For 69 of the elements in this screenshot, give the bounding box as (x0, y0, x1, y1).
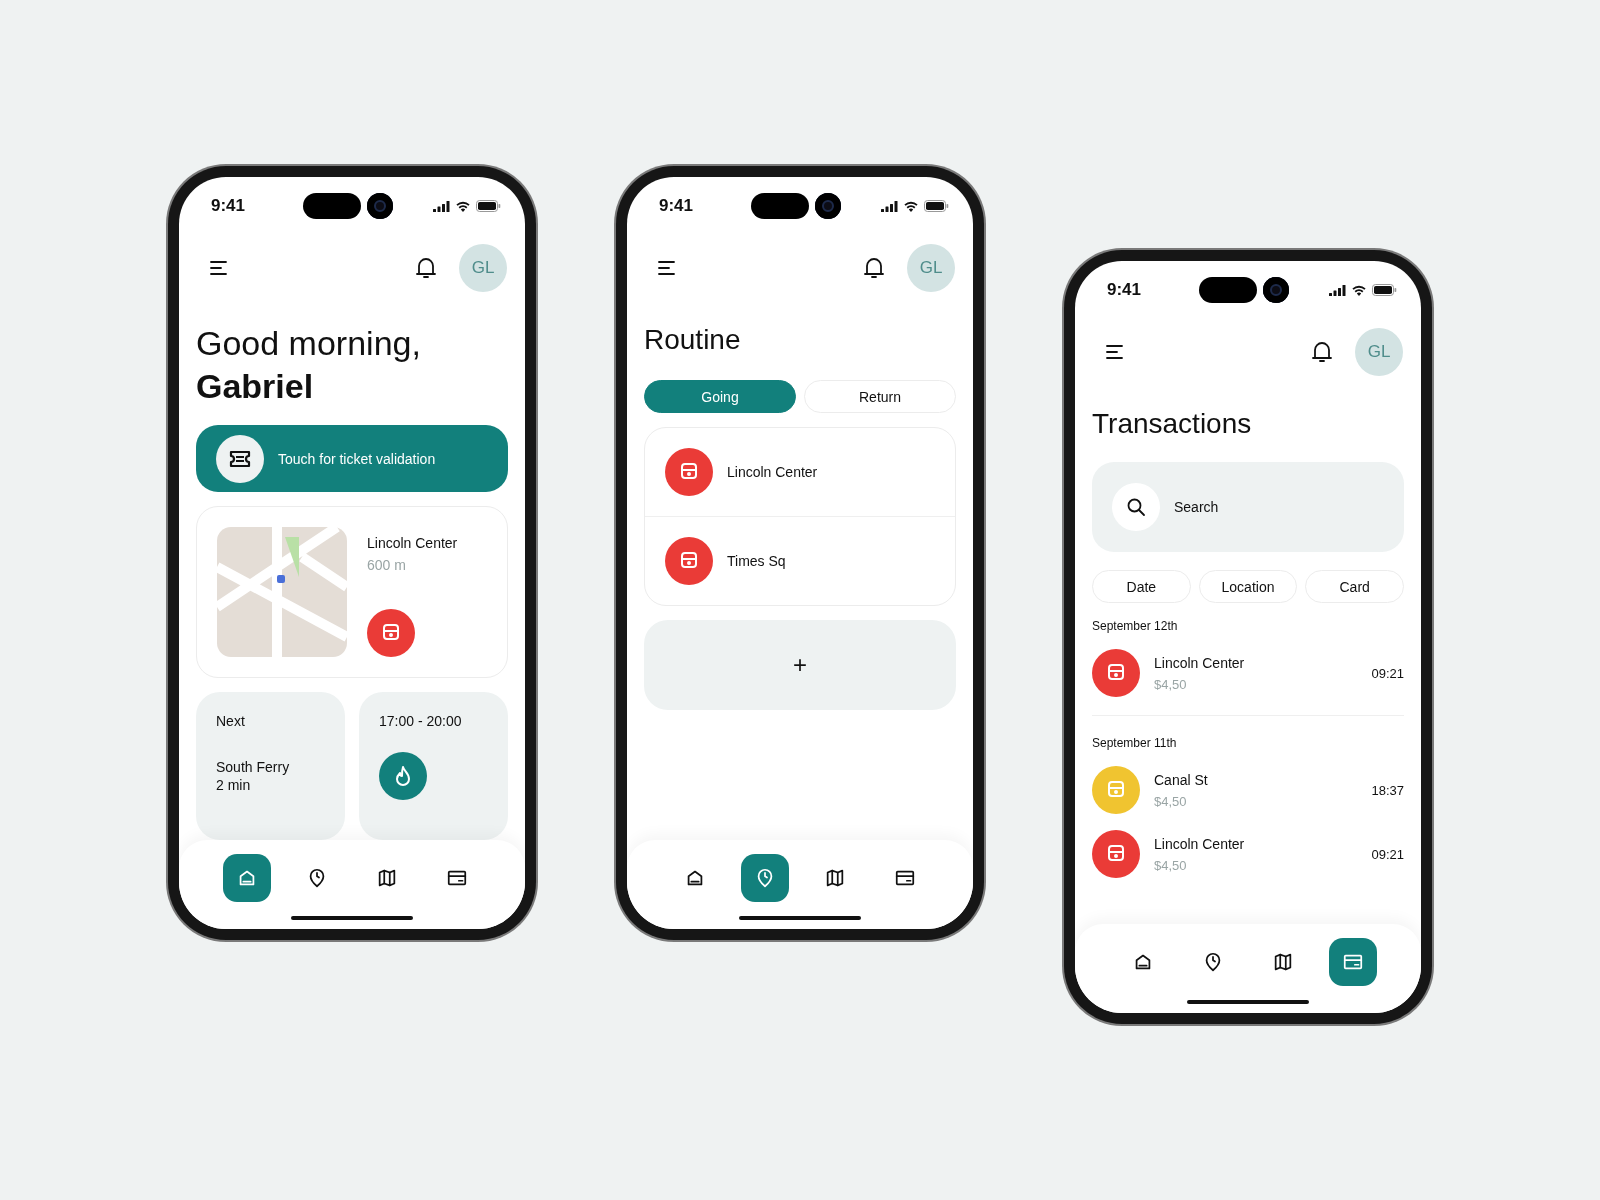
filter-chip[interactable]: Date (1092, 570, 1191, 603)
date-heading: September 12th (1092, 619, 1179, 633)
status-time: 9:41 (211, 196, 246, 216)
status-time: 9:41 (1107, 280, 1142, 300)
train-icon (665, 537, 713, 585)
station-name: Lincoln Center (1154, 835, 1246, 852)
transaction-time: 09:21 (1371, 846, 1404, 862)
flame-icon (379, 752, 427, 800)
fare-amount: $4,50 (1154, 676, 1188, 692)
status-time: 9:41 (659, 196, 694, 216)
wifi-icon (903, 200, 919, 212)
bell-icon[interactable] (863, 256, 885, 280)
search-icon (1126, 497, 1146, 517)
page-title: Transactions (1092, 408, 1253, 440)
station-name: Lincoln Center (1154, 654, 1246, 671)
tab[interactable]: Return (804, 380, 956, 413)
filter-chip[interactable]: Location (1198, 570, 1298, 603)
schedule-card[interactable]: 17:00 - 20:00 (359, 692, 508, 840)
wifi-icon (1351, 284, 1367, 296)
bell-icon[interactable] (1311, 340, 1333, 364)
menu-icon[interactable] (657, 260, 677, 276)
tab[interactable]: Going (644, 380, 796, 413)
camera-icon (367, 193, 393, 219)
signal-icon (881, 200, 898, 212)
user-name: Gabriel (196, 365, 315, 407)
station-distance: 600 m (367, 557, 407, 573)
signal-icon (433, 200, 450, 212)
fare-amount: $4,50 (1154, 793, 1188, 809)
map-icon (1272, 951, 1294, 973)
add-stop-button[interactable]: + (644, 620, 956, 710)
stop-row[interactable]: Lincoln Center (645, 428, 955, 516)
arrival-time: 2 min (216, 776, 252, 794)
next-label: Next (216, 712, 246, 730)
nearby-card[interactable]: Lincoln Center 600 m (196, 506, 508, 678)
transaction-time: 18:37 (1371, 782, 1404, 798)
fare-amount: $4,50 (1154, 857, 1188, 873)
camera-icon (1263, 277, 1289, 303)
wifi-icon (455, 200, 471, 212)
dynamic-island (1199, 277, 1257, 303)
stop-name: Lincoln Center (727, 464, 818, 480)
dynamic-island (751, 193, 809, 219)
battery-icon (924, 200, 949, 212)
station-name: Canal St (1154, 771, 1209, 788)
date-heading: September 11th (1092, 736, 1178, 750)
bell-icon[interactable] (415, 256, 437, 280)
schedule-hours: 17:00 - 20:00 (379, 712, 463, 730)
train-icon (367, 609, 415, 657)
train-icon (665, 448, 713, 496)
station-name: Lincoln Center (367, 535, 458, 551)
signal-icon (1329, 284, 1346, 296)
stop-name: Times Sq (727, 553, 786, 569)
ticket-validation-button[interactable]: Touch for ticket validation (196, 425, 508, 492)
transaction-time: 09:21 (1371, 665, 1404, 681)
next-train-card[interactable]: Next South Ferry 2 min (196, 692, 345, 840)
battery-icon (1372, 284, 1397, 296)
map-icon (376, 867, 398, 889)
dynamic-island (303, 193, 361, 219)
menu-icon[interactable] (1105, 344, 1125, 360)
search-field[interactable]: Search (1174, 495, 1384, 519)
greeting: Good morning, (196, 323, 422, 364)
page-title: Routine (644, 324, 742, 356)
map-icon (824, 867, 846, 889)
ticket-icon (229, 449, 251, 468)
camera-icon (815, 193, 841, 219)
stop-row[interactable]: Times Sq (645, 516, 955, 605)
filter-chip[interactable]: Card (1305, 570, 1404, 603)
destination-name: South Ferry (216, 758, 291, 776)
menu-icon[interactable] (209, 260, 229, 276)
battery-icon (476, 200, 501, 212)
